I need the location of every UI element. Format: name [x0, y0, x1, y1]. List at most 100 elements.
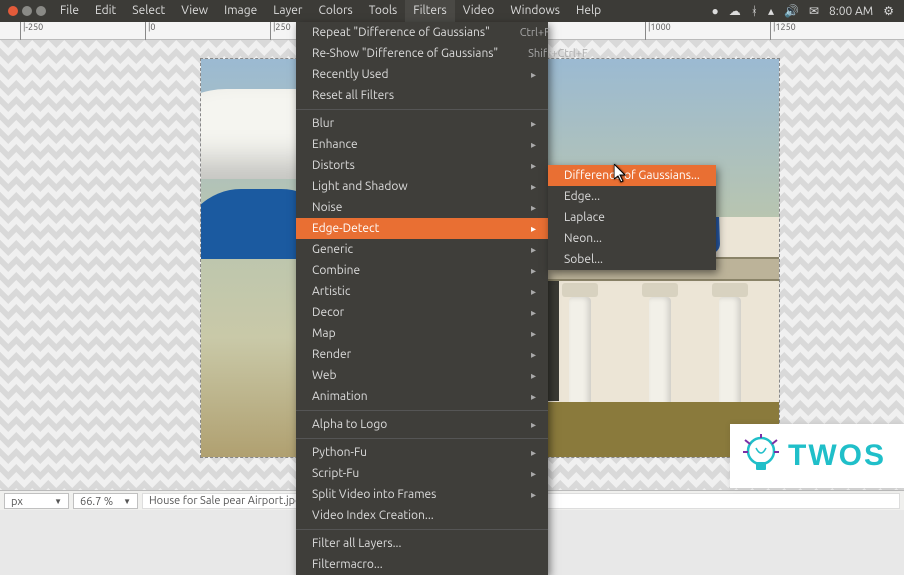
submenu-arrow-icon: ▸ — [507, 447, 536, 459]
menubar: FileEditSelectViewImageLayerColorsToolsF… — [0, 0, 904, 22]
menu-item-label: Split Video into Frames — [312, 488, 436, 501]
lightbulb-icon — [742, 434, 780, 478]
min-dot[interactable] — [22, 6, 32, 16]
menubar-item-colors[interactable]: Colors — [310, 0, 360, 22]
menu-item[interactable]: Map▸ — [296, 323, 548, 344]
submenu-arrow-icon: ▸ — [507, 69, 536, 81]
menu-item[interactable]: Web ▸ — [296, 365, 548, 386]
menu-item[interactable]: Python-Fu ▸ — [296, 442, 548, 463]
menu-item-label: Artistic — [312, 285, 350, 298]
menu-item[interactable]: Filter all Layers... — [296, 533, 548, 554]
volume-icon[interactable]: 🔊 — [784, 4, 799, 18]
cloud-icon[interactable]: ☁ — [729, 4, 741, 18]
menu-item-label: Python-Fu — [312, 446, 367, 459]
ruler-tick: |-250 — [20, 22, 43, 40]
menubar-item-windows[interactable]: Windows — [502, 0, 568, 22]
menu-item[interactable]: Filtermacro... — [296, 554, 548, 575]
unit-selector[interactable]: px▼ — [4, 493, 69, 509]
menu-item[interactable]: Video Index Creation... — [296, 505, 548, 526]
submenu-arrow-icon: ▸ — [507, 181, 536, 193]
submenu-arrow-icon: ▸ — [507, 307, 536, 319]
menu-item-label: Filter all Layers... — [312, 537, 401, 550]
ruler-tick: |1250 — [770, 22, 796, 40]
menubar-item-tools[interactable]: Tools — [361, 0, 406, 22]
menu-item-label: Web — [312, 369, 337, 382]
menu-item[interactable]: Recently Used▸ — [296, 64, 548, 85]
menu-item[interactable]: Animation▸ — [296, 386, 548, 407]
submenu-item[interactable]: Edge... — [548, 186, 716, 207]
submenu-item[interactable]: Laplace — [548, 207, 716, 228]
menubar-item-select[interactable]: Select — [124, 0, 173, 22]
menu-item[interactable]: Render ▸ — [296, 344, 548, 365]
menu-item-label: Repeat "Difference of Gaussians" — [312, 26, 490, 39]
zoom-selector[interactable]: 66.7 %▼ — [73, 493, 138, 509]
submenu-arrow-icon: ▸ — [507, 489, 536, 501]
menubar-item-edit[interactable]: Edit — [87, 0, 124, 22]
submenu-arrow-icon: ▸ — [507, 160, 536, 172]
submenu-item[interactable]: Difference of Gaussians... — [548, 165, 716, 186]
close-dot[interactable] — [8, 6, 18, 16]
network-icon[interactable]: ▴ — [768, 4, 774, 18]
mail-icon[interactable]: ✉ — [809, 4, 819, 18]
bluetooth-icon[interactable]: ᚼ — [751, 5, 758, 18]
menu-item[interactable]: Script-Fu▸ — [296, 463, 548, 484]
menubar-item-layer[interactable]: Layer — [265, 0, 310, 22]
menubar-item-help[interactable]: Help — [568, 0, 609, 22]
menubar-item-filters[interactable]: Filters — [405, 0, 454, 22]
menu-item[interactable]: Reset all Filters — [296, 85, 548, 106]
menu-item[interactable]: Light and Shadow ▸ — [296, 176, 548, 197]
menu-item[interactable]: Noise▸ — [296, 197, 548, 218]
menu-item-label: Blur — [312, 117, 334, 130]
submenu-item[interactable]: Sobel... — [548, 249, 716, 270]
submenu-arrow-icon: ▸ — [507, 244, 536, 256]
menubar-item-file[interactable]: File — [52, 0, 87, 22]
submenu-item-label: Neon... — [564, 232, 602, 245]
menu-item-label: Re-Show "Difference of Gaussians" — [312, 47, 498, 60]
menu-item[interactable]: Blur▸ — [296, 113, 548, 134]
submenu-arrow-icon: ▸ — [507, 265, 536, 277]
menu-item[interactable]: Combine ▸ — [296, 260, 548, 281]
watermark: TWOS — [730, 424, 904, 488]
menu-item-label: Filtermacro... — [312, 558, 383, 571]
menubar-item-image[interactable]: Image — [216, 0, 265, 22]
submenu-arrow-icon: ▸ — [507, 328, 536, 340]
menu-item[interactable]: Enhance▸ — [296, 134, 548, 155]
menu-item-label: Decor — [312, 306, 344, 319]
submenu-arrow-icon: ▸ — [507, 286, 536, 298]
menu-item[interactable]: Re-Show "Difference of Gaussians"Shift+C… — [296, 43, 548, 64]
menu-item[interactable]: Repeat "Difference of Gaussians"Ctrl+F — [296, 22, 548, 43]
submenu-item[interactable]: Neon... — [548, 228, 716, 249]
submenu-item-label: Sobel... — [564, 253, 603, 266]
menu-separator — [296, 438, 548, 439]
menu-item[interactable]: Distorts▸ — [296, 155, 548, 176]
submenu-arrow-icon: ▸ — [507, 391, 536, 403]
ruler-tick: |0 — [145, 22, 156, 40]
menu-item-label: Combine — [312, 264, 360, 277]
menu-item-label: Noise — [312, 201, 342, 214]
clock[interactable]: 8:00 AM — [829, 5, 873, 18]
menu-item[interactable]: Decor ▸ — [296, 302, 548, 323]
max-dot[interactable] — [36, 6, 46, 16]
submenu-item-label: Laplace — [564, 211, 605, 224]
menu-item-label: Edge-Detect — [312, 222, 379, 235]
gear-icon[interactable]: ⚙ — [883, 4, 894, 18]
watermark-text: TWOS — [788, 439, 886, 473]
menubar-item-view[interactable]: View — [173, 0, 216, 22]
submenu-arrow-icon: ▸ — [507, 349, 536, 361]
menu-item-label: Light and Shadow — [312, 180, 408, 193]
submenu-arrow-icon: ▸ — [507, 139, 536, 151]
menu-item-label: Render — [312, 348, 351, 361]
menu-item[interactable]: Alpha to Logo▸ — [296, 414, 548, 435]
menu-separator — [296, 410, 548, 411]
window-controls — [8, 6, 46, 16]
menubar-item-video[interactable]: Video — [455, 0, 503, 22]
menu-separator — [296, 109, 548, 110]
menu-item[interactable]: Artistic ▸ — [296, 281, 548, 302]
menu-item-accelerator: Shift+Ctrl+F — [498, 48, 588, 60]
record-icon[interactable]: ● — [712, 4, 719, 18]
menu-item[interactable]: Edge-Detect▸ — [296, 218, 548, 239]
menu-item[interactable]: Generic▸ — [296, 239, 548, 260]
menu-item[interactable]: Split Video into Frames ▸ — [296, 484, 548, 505]
submenu-arrow-icon: ▸ — [507, 370, 536, 382]
submenu-item-label: Edge... — [564, 190, 600, 203]
